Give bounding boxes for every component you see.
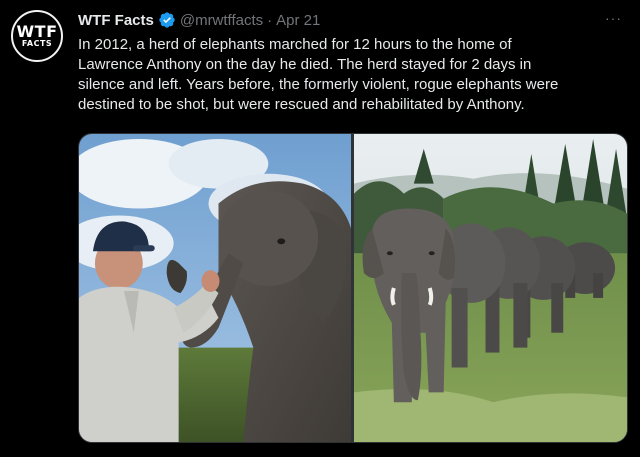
tweet-text-line: Lawrence Anthony on the day he died. The… xyxy=(78,56,532,73)
verified-badge-icon xyxy=(159,12,175,28)
tweet-text-line: In 2012, a herd of elephants marched for… xyxy=(78,36,512,53)
photo-elephant-herd[interactable] xyxy=(354,134,627,442)
tweet-header: WTF Facts @mrwtffacts · Apr 21 xyxy=(78,10,320,30)
author-handle[interactable]: @mrwtffacts xyxy=(180,12,263,29)
tweet[interactable]: WTF FACTS WTF Facts @mrwtffacts · Apr 21… xyxy=(0,0,640,457)
tweet-text-line: destined to be shot, but were rescued an… xyxy=(78,96,525,113)
avatar-line-2: FACTS xyxy=(21,39,53,48)
avatar[interactable]: WTF FACTS xyxy=(11,10,63,62)
tweet-text-line: silence and left. Years before, the form… xyxy=(78,76,559,93)
avatar-line-1: WTF xyxy=(16,22,58,41)
separator-dot: · xyxy=(267,11,273,29)
more-options-icon[interactable]: ··· xyxy=(605,10,622,26)
tweet-text: In 2012, a herd of elephants marched for… xyxy=(78,35,626,115)
tweet-media xyxy=(78,133,628,443)
photo-man-with-elephant[interactable] xyxy=(79,134,351,442)
tweet-date[interactable]: Apr 21 xyxy=(276,12,320,29)
author-name[interactable]: WTF Facts xyxy=(78,12,154,29)
